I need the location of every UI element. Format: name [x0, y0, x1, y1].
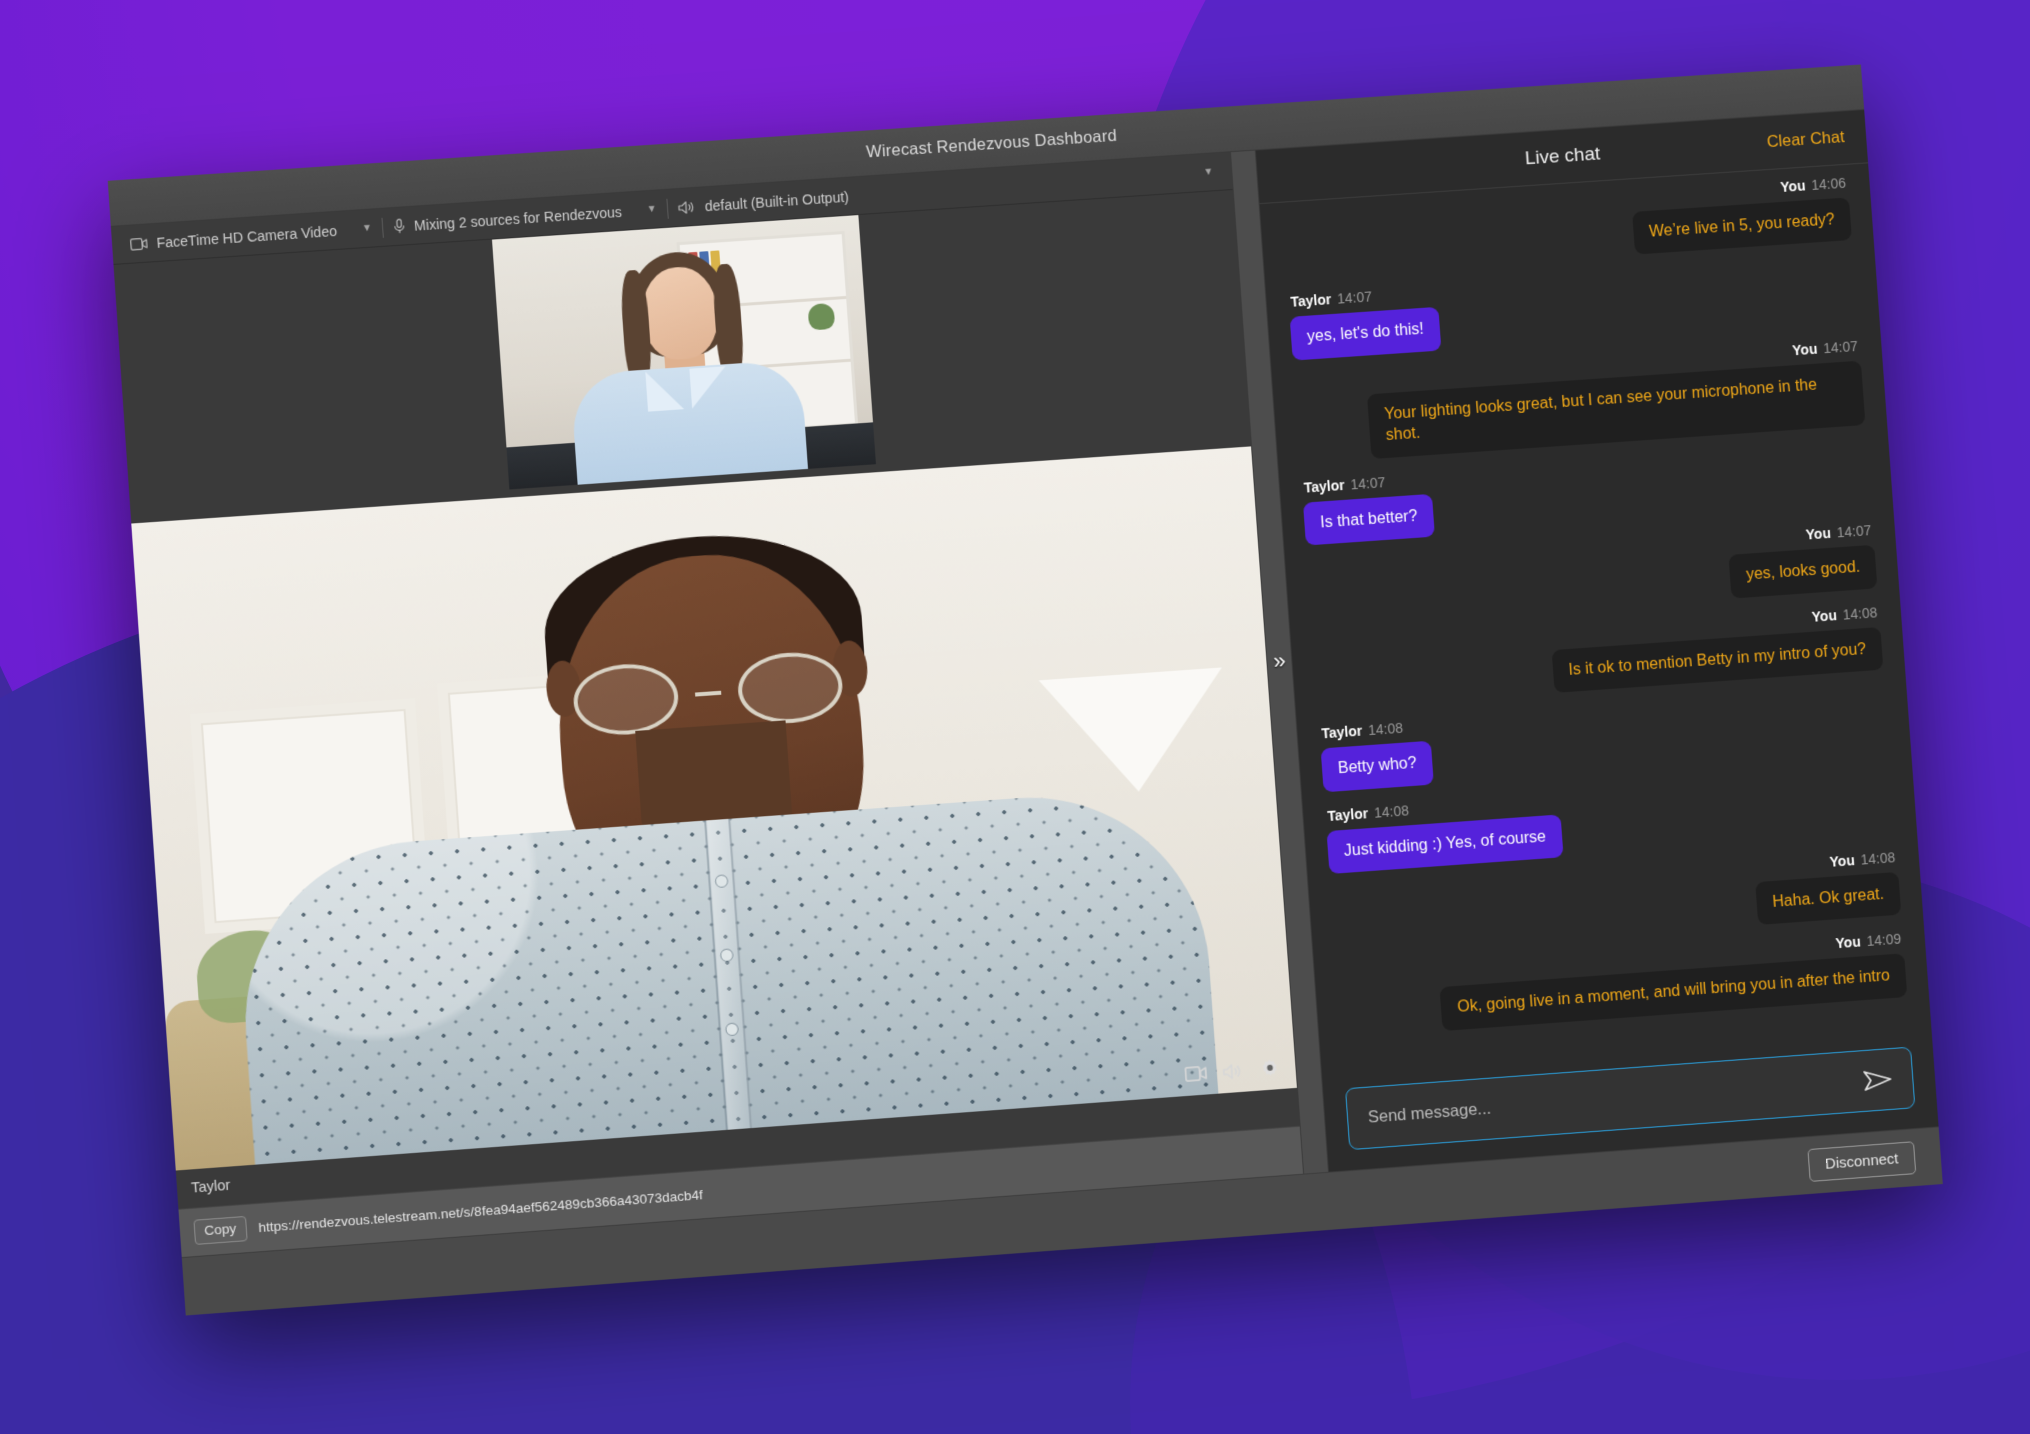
chevron-down-icon[interactable]: ▼	[346, 223, 373, 236]
send-arrow-icon[interactable]	[1862, 1068, 1893, 1092]
chevron-double-right-icon: »	[1272, 648, 1287, 674]
chat-message-author: Taylor	[1320, 722, 1363, 742]
chat-message-author: You	[1835, 933, 1862, 952]
chevron-down-icon[interactable]: ▼	[630, 204, 658, 217]
rendezvous-dashboard-window: Wirecast Rendezvous Dashboard FaceTime H…	[107, 64, 1943, 1316]
chat-message-meta: You 14:09	[1833, 931, 1904, 952]
chat-message-time: 14:06	[1810, 174, 1847, 193]
chat-message-author: You	[1805, 525, 1832, 543]
chat-message-meta: Taylor 14:07	[1288, 289, 1374, 311]
chat-message-meta: You 14:07	[1803, 522, 1874, 543]
lens-right	[735, 649, 845, 727]
lens-left	[571, 661, 681, 739]
speaker-icon[interactable]	[1222, 1062, 1245, 1084]
chat-message-input[interactable]	[1367, 1071, 1864, 1128]
pip-collar-left	[645, 369, 685, 412]
chat-message-bubble: Your lighting looks great, but I can see…	[1366, 360, 1866, 459]
copy-button[interactable]: Copy	[193, 1216, 248, 1245]
chat-message-author: You	[1791, 340, 1818, 359]
clear-chat-button[interactable]: Clear Chat	[1766, 128, 1845, 152]
window-title: Wirecast Rendezvous Dashboard	[865, 126, 1118, 162]
main-person	[131, 446, 1297, 1170]
chat-message-bubble: yes, looks good.	[1728, 544, 1878, 599]
chat-message-bubble: We’re live in 5, you ready?	[1631, 197, 1852, 256]
chat-message-bubble: Is that better?	[1302, 493, 1435, 546]
chat-message-author: You	[1811, 606, 1838, 625]
video-stage: Taylor	[113, 189, 1300, 1209]
chat-message-author: Taylor	[1290, 291, 1332, 311]
chat-message-bubble: yes, let's do this!	[1289, 307, 1442, 361]
chat-message-time: 14:08	[1367, 719, 1404, 739]
chat-message-author: Taylor	[1303, 476, 1346, 496]
chat-message-time: 14:07	[1349, 473, 1386, 493]
chat-message-meta: Taylor 14:08	[1325, 802, 1412, 824]
gear-icon[interactable]	[1260, 1058, 1281, 1082]
main-video-scene	[131, 446, 1297, 1171]
video-pane: FaceTime HD Camera Video ▼ Mixing 2 sour…	[110, 152, 1304, 1258]
chat-message-meta: You 14:08	[1809, 604, 1880, 625]
chat-message-time: 14:07	[1836, 522, 1872, 541]
pip-plant	[807, 302, 836, 331]
window-stage: Wirecast Rendezvous Dashboard FaceTime H…	[0, 0, 2030, 1434]
chat-message-meta: Taylor 14:07	[1301, 474, 1387, 496]
chat-message-bubble: Betty who?	[1320, 740, 1434, 792]
chat-message-author: Taylor	[1326, 804, 1369, 824]
chat-message-meta: You 14:08	[1827, 849, 1898, 870]
chat-message: You 14:07 Your lighting looks great, but I…	[1294, 338, 1866, 464]
chat-message-meta: You 14:07	[1790, 338, 1861, 359]
participant-name: Taylor	[190, 1177, 231, 1197]
chat-message-author: You	[1829, 852, 1856, 870]
chat-message-meta: Taylor 14:08	[1319, 720, 1406, 742]
chat-message-time: 14:09	[1865, 930, 1902, 950]
chat-message-bubble: Is it ok to mention Betty in my intro of…	[1551, 626, 1884, 694]
chat-message-time: 14:08	[1842, 603, 1878, 623]
microphone-icon	[393, 218, 406, 234]
disconnect-button[interactable]: Disconnect	[1807, 1141, 1917, 1182]
window-body: FaceTime HD Camera Video ▼ Mixing 2 sour…	[110, 109, 1939, 1258]
glasses-bridge	[695, 691, 722, 697]
main-participant-video[interactable]	[131, 446, 1297, 1171]
chat-message-time: 14:07	[1822, 337, 1859, 357]
video-camera-icon	[130, 237, 148, 250]
pip-person-torso	[569, 359, 809, 485]
chat-message-list[interactable]: You 14:06 We’re live in 5, you ready? Taylo…	[1260, 163, 1933, 1084]
chat-message-time: 14:08	[1860, 849, 1896, 868]
chat-message-bubble: Haha. Ok great.	[1755, 871, 1902, 926]
chevron-down-icon[interactable]: ▼	[1187, 166, 1214, 179]
chat-pane: Live chat Clear Chat You 14:06 We’re live …	[1255, 109, 1939, 1172]
speaker-icon	[677, 199, 696, 214]
audio-input-label: Mixing 2 sources for Rendezvous	[413, 203, 623, 234]
chat-message-time: 14:08	[1373, 801, 1410, 821]
chat-title: Live chat	[1524, 143, 1601, 169]
chat-message-bubble: Just kidding :) Yes, of course	[1326, 813, 1564, 874]
self-preview-video[interactable]	[491, 215, 876, 490]
chat-message-bubble: Ok, going live in a moment, and will bri…	[1439, 953, 1908, 1031]
pip-collar-right	[689, 366, 729, 409]
pip-video-scene	[491, 215, 876, 490]
chat-message-time: 14:07	[1336, 288, 1373, 308]
chat-message-meta: You 14:06	[1778, 175, 1848, 195]
video-camera-icon[interactable]	[1184, 1065, 1208, 1086]
video-source-label: FaceTime HD Camera Video	[156, 222, 338, 251]
audio-output-label: default (Built-in Output)	[704, 188, 850, 214]
chat-message-author: You	[1779, 177, 1806, 196]
